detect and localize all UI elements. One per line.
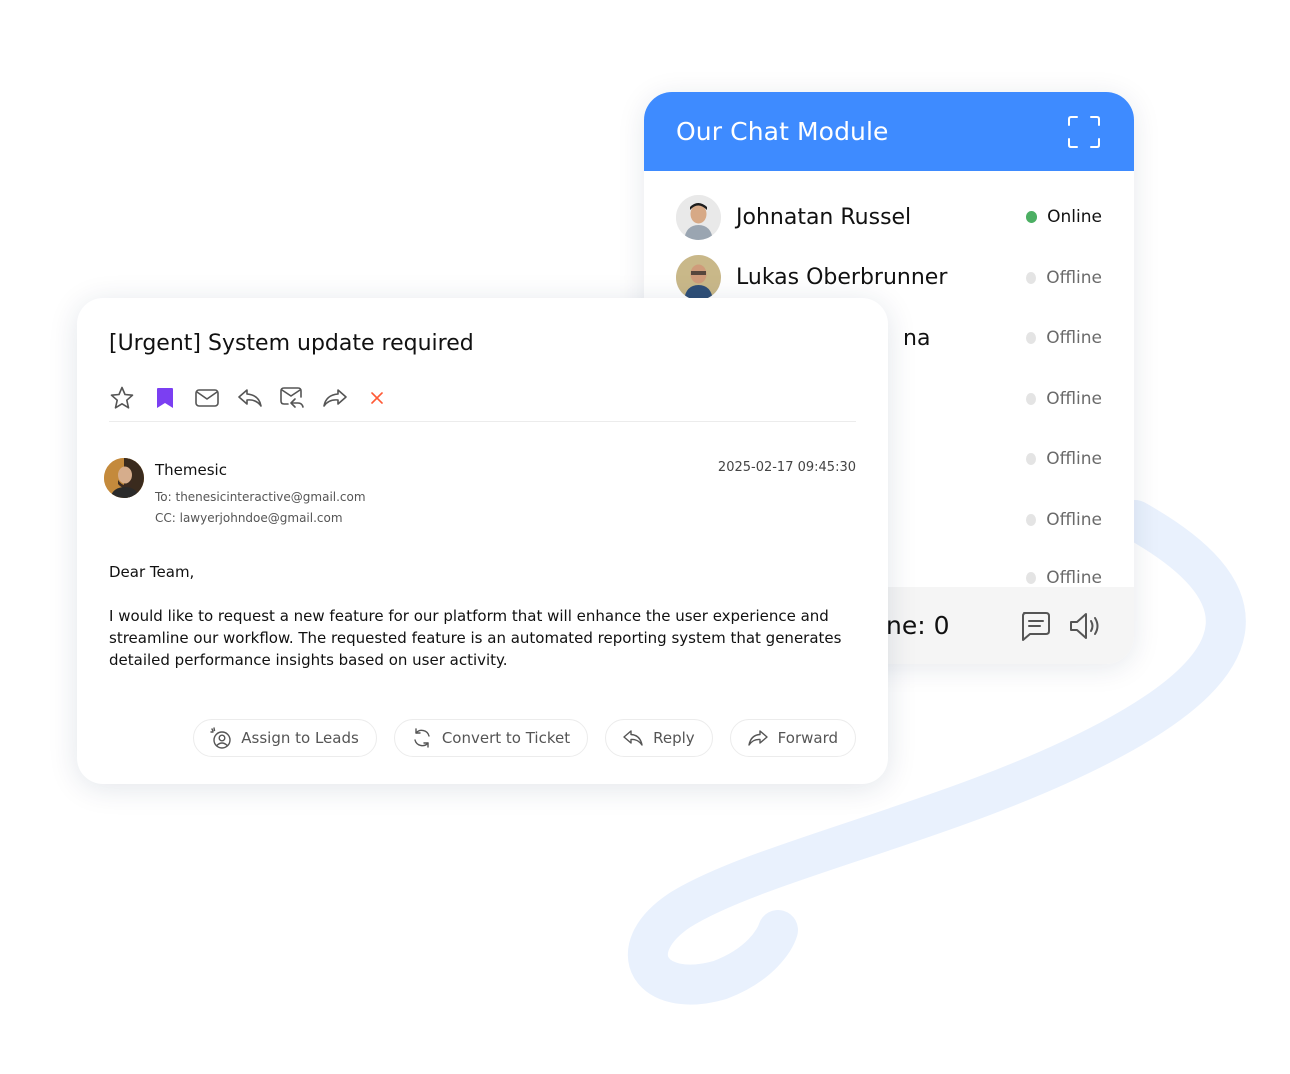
email-greeting: Dear Team,	[109, 563, 195, 581]
assign-to-leads-label: Assign to Leads	[241, 729, 359, 747]
status-label: Offline	[1046, 449, 1102, 470]
reply-icon[interactable]	[237, 385, 263, 411]
forward-label: Forward	[777, 729, 838, 747]
status-badge: Offline	[1026, 510, 1102, 530]
email-to: To: thenesicinteractive@gmail.com	[155, 490, 366, 504]
close-icon[interactable]	[364, 385, 390, 411]
email-body: Dear Team, I would like to request a new…	[109, 561, 849, 693]
chat-user-row[interactable]: Johnatan Russel Online	[644, 187, 1134, 248]
forward-button[interactable]: Forward	[729, 719, 856, 757]
reply-icon	[623, 730, 643, 746]
chat-user-name: Johnatan Russel	[736, 204, 912, 230]
email-paragraph: I would like to request a new feature fo…	[109, 607, 842, 669]
avatar	[104, 458, 144, 498]
avatar	[676, 194, 721, 240]
toolbar-divider	[109, 421, 856, 422]
assign-to-leads-button[interactable]: Assign to Leads	[193, 719, 377, 757]
status-label: Offline	[1046, 328, 1102, 349]
chat-title: Our Chat Module	[676, 117, 889, 146]
status-badge: Offline	[1026, 328, 1102, 348]
mail-icon[interactable]	[194, 385, 220, 411]
status-label: Offline	[1046, 509, 1102, 530]
status-label: Offline	[1046, 388, 1102, 409]
offline-dot-icon	[1026, 271, 1037, 284]
refresh-icon	[414, 728, 430, 748]
status-label: Offline	[1046, 267, 1102, 288]
email-subject: [Urgent] System update required	[109, 331, 474, 356]
offline-dot-icon	[1026, 392, 1037, 405]
reply-button[interactable]: Reply	[605, 719, 713, 757]
forward-icon[interactable]	[322, 385, 348, 411]
status-label: Offline	[1046, 567, 1102, 588]
offline-dot-icon	[1026, 513, 1037, 526]
email-toolbar	[109, 385, 407, 411]
assign-user-icon	[210, 727, 231, 749]
sender-name: Themesic	[155, 461, 227, 479]
forward-icon	[747, 730, 768, 746]
status-badge: Offline	[1026, 268, 1102, 288]
expand-icon[interactable]	[1067, 115, 1101, 149]
email-card: [Urgent] System update required Themesic…	[77, 298, 888, 784]
email-timestamp: 2025-02-17 09:45:30	[717, 460, 856, 475]
status-badge: Online	[1026, 207, 1102, 227]
reply-label: Reply	[653, 729, 695, 747]
chat-header: Our Chat Module	[644, 92, 1134, 171]
status-badge: Offline	[1026, 449, 1102, 469]
speaker-icon[interactable]	[1068, 609, 1102, 643]
bookmark-icon[interactable]	[152, 385, 178, 411]
star-icon[interactable]	[109, 385, 135, 411]
avatar	[676, 255, 721, 301]
convert-to-ticket-button[interactable]: Convert to Ticket	[393, 719, 589, 757]
chat-bubble-icon[interactable]	[1018, 609, 1052, 643]
status-badge: Offline	[1026, 568, 1102, 588]
offline-dot-icon	[1026, 571, 1037, 584]
email-actions: Assign to Leads Convert to Ticket Reply …	[176, 719, 856, 757]
reply-all-icon[interactable]	[279, 385, 305, 411]
email-cc: CC: lawyerjohndoe@gmail.com	[155, 511, 343, 525]
convert-to-ticket-label: Convert to Ticket	[441, 729, 571, 747]
online-dot-icon	[1026, 211, 1038, 224]
offline-dot-icon	[1026, 332, 1037, 345]
chat-user-name: Lukas Oberbrunner	[736, 265, 948, 291]
status-label: Online	[1047, 207, 1102, 228]
offline-dot-icon	[1026, 453, 1037, 466]
status-badge: Offline	[1026, 389, 1102, 409]
